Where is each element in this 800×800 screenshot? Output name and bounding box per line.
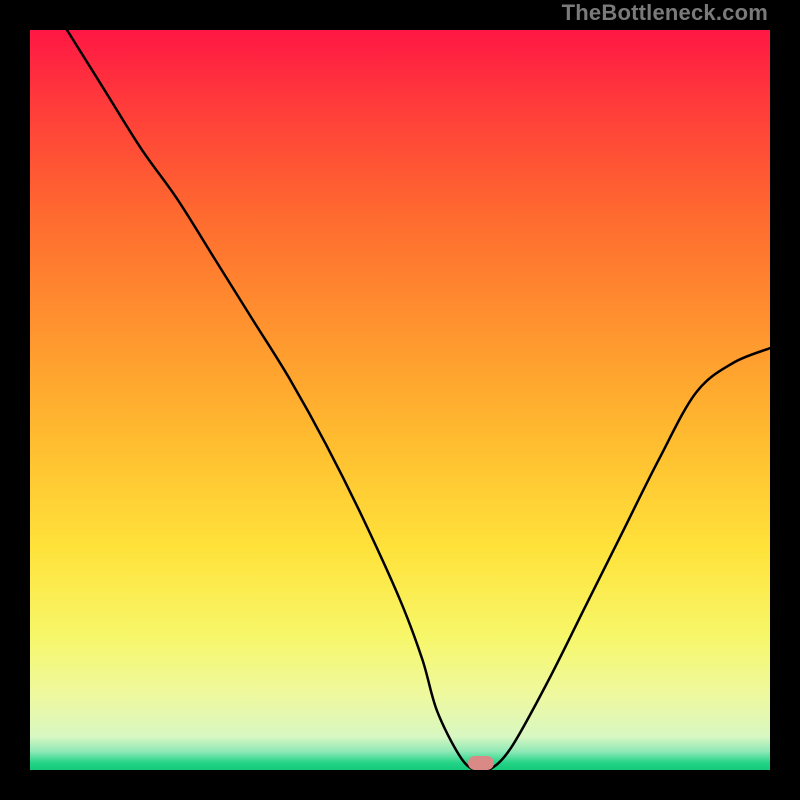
frame-left: [0, 0, 30, 800]
optimal-marker: [468, 756, 494, 770]
frame-bottom: [0, 770, 800, 800]
frame-right: [770, 0, 800, 800]
watermark-text: TheBottleneck.com: [562, 0, 768, 26]
chart-svg: [30, 30, 770, 770]
plot-area: [30, 30, 770, 770]
chart-stage: TheBottleneck.com: [0, 0, 800, 800]
bottleneck-curve: [67, 30, 770, 770]
gradient-background: [30, 30, 770, 770]
